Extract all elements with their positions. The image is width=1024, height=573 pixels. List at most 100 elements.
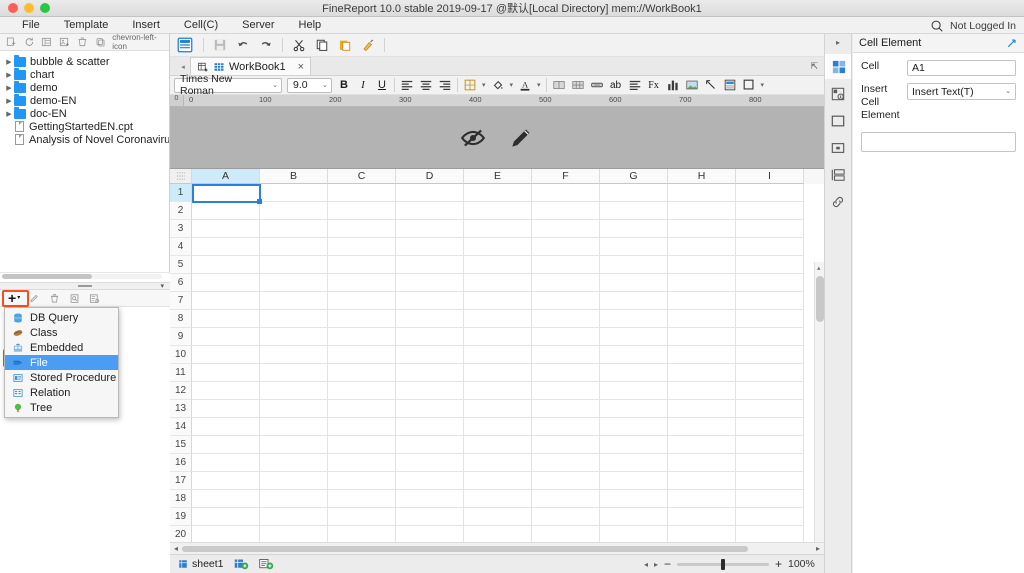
- tabstrip-overflow-icon[interactable]: ⇱: [810, 61, 824, 75]
- diagonal-line-icon[interactable]: [704, 78, 718, 92]
- grid-cell[interactable]: [600, 346, 668, 364]
- grid-cell[interactable]: [668, 418, 736, 436]
- rail-button-hyperlink[interactable]: [825, 189, 851, 214]
- grid-cell[interactable]: [260, 238, 328, 256]
- grid-cell[interactable]: [396, 436, 464, 454]
- grid-cell[interactable]: [464, 364, 532, 382]
- grid-cell[interactable]: [736, 364, 804, 382]
- bold-button[interactable]: B: [337, 79, 351, 91]
- grid-cell[interactable]: [464, 256, 532, 274]
- grid-cell[interactable]: [464, 400, 532, 418]
- grid-cell[interactable]: [464, 472, 532, 490]
- menu-item-relation[interactable]: Relation: [5, 385, 118, 400]
- grid-cell[interactable]: [464, 292, 532, 310]
- grid-cell[interactable]: [260, 454, 328, 472]
- expand-arrow-icon[interactable]: ▶: [4, 97, 14, 105]
- add-report-icon[interactable]: [258, 558, 274, 570]
- italic-button[interactable]: I: [356, 79, 370, 91]
- zoom-in-button[interactable]: +: [775, 558, 782, 570]
- align-right-icon[interactable]: [438, 78, 452, 92]
- grid-cell[interactable]: [736, 328, 804, 346]
- preview-icon[interactable]: [69, 293, 80, 304]
- save-icon[interactable]: [213, 38, 227, 52]
- grid-cell[interactable]: [192, 346, 260, 364]
- grid-cell[interactable]: [464, 508, 532, 526]
- add-dataset-button[interactable]: + ▾: [8, 291, 20, 305]
- grid-cell[interactable]: [260, 346, 328, 364]
- column-header-e[interactable]: E: [464, 169, 532, 184]
- grid-cell[interactable]: [260, 256, 328, 274]
- collapse-dataset-icon[interactable]: ▾: [160, 282, 164, 290]
- grid-cell[interactable]: [736, 346, 804, 364]
- grid-cell[interactable]: [192, 328, 260, 346]
- row-header[interactable]: 4: [170, 238, 192, 256]
- grid-cell[interactable]: [736, 454, 804, 472]
- grid-cell[interactable]: [668, 292, 736, 310]
- row-header[interactable]: 6: [170, 274, 192, 292]
- grid-cell[interactable]: [396, 364, 464, 382]
- row-header[interactable]: 19: [170, 508, 192, 526]
- row-header[interactable]: 1: [170, 184, 192, 202]
- grid-cell[interactable]: [260, 202, 328, 220]
- grid-cell[interactable]: [192, 310, 260, 328]
- redo-icon[interactable]: [259, 38, 273, 52]
- grid-cell[interactable]: [736, 220, 804, 238]
- grid-cell[interactable]: [532, 220, 600, 238]
- tree-horizontal-scrollbar[interactable]: [0, 272, 170, 282]
- row-header[interactable]: 5: [170, 256, 192, 274]
- grid-cell[interactable]: [192, 436, 260, 454]
- grid-cell[interactable]: [532, 364, 600, 382]
- grid-cell[interactable]: [260, 508, 328, 526]
- cell-text-input[interactable]: [861, 132, 1016, 152]
- menu-item-file[interactable]: File: [10, 19, 52, 31]
- grid-cell[interactable]: [668, 382, 736, 400]
- grid-cell[interactable]: [600, 274, 668, 292]
- grid-cell[interactable]: [192, 364, 260, 382]
- grid-cell[interactable]: [396, 472, 464, 490]
- column-header-c[interactable]: C: [328, 169, 396, 184]
- scrollbar-track[interactable]: [182, 545, 812, 552]
- grid-cell[interactable]: [192, 472, 260, 490]
- grid-cell[interactable]: [532, 256, 600, 274]
- grid-cell[interactable]: [396, 220, 464, 238]
- grid-cell[interactable]: [396, 346, 464, 364]
- grid-cell[interactable]: [532, 202, 600, 220]
- grid-cell[interactable]: [396, 328, 464, 346]
- font-size-select[interactable]: 9.0 ⌄: [287, 77, 332, 93]
- grid-cell[interactable]: [464, 310, 532, 328]
- grid-cell[interactable]: [532, 508, 600, 526]
- tree-item-getting-started[interactable]: ▶ GettingStartedEN.cpt: [0, 120, 169, 133]
- zoom-slider-knob[interactable]: [720, 558, 725, 570]
- grid-cell[interactable]: [464, 238, 532, 256]
- grid-cell[interactable]: [328, 238, 396, 256]
- select-all-corner[interactable]: [170, 169, 192, 184]
- grid-cell[interactable]: [328, 454, 396, 472]
- grid-cell[interactable]: [260, 418, 328, 436]
- grid-cell[interactable]: [192, 454, 260, 472]
- grid-cell[interactable]: [260, 292, 328, 310]
- menu-item-help[interactable]: Help: [287, 19, 334, 31]
- row-header[interactable]: 7: [170, 292, 192, 310]
- chevron-down-icon[interactable]: ▾: [761, 81, 765, 89]
- tree-item-demo[interactable]: ▶ demo: [0, 80, 169, 94]
- column-header-b[interactable]: B: [260, 169, 328, 184]
- grid-cell[interactable]: [600, 508, 668, 526]
- grid-cell[interactable]: [600, 292, 668, 310]
- grid-cell[interactable]: [600, 238, 668, 256]
- row-header[interactable]: 14: [170, 418, 192, 436]
- grid-cell[interactable]: [532, 454, 600, 472]
- grid-cell[interactable]: [600, 364, 668, 382]
- grid-cell[interactable]: [464, 436, 532, 454]
- column-header-f[interactable]: F: [532, 169, 600, 184]
- grid-cell[interactable]: [260, 382, 328, 400]
- grid-cell[interactable]: [668, 346, 736, 364]
- grid-cell[interactable]: [396, 490, 464, 508]
- list-icon[interactable]: [41, 36, 52, 48]
- grid-cell[interactable]: [192, 256, 260, 274]
- grid-cell[interactable]: [192, 274, 260, 292]
- grid-cell[interactable]: [600, 490, 668, 508]
- expand-arrow-icon[interactable]: ▶: [4, 110, 14, 118]
- grid-cell[interactable]: [260, 328, 328, 346]
- grid-cell[interactable]: [600, 454, 668, 472]
- grid-cell[interactable]: [260, 310, 328, 328]
